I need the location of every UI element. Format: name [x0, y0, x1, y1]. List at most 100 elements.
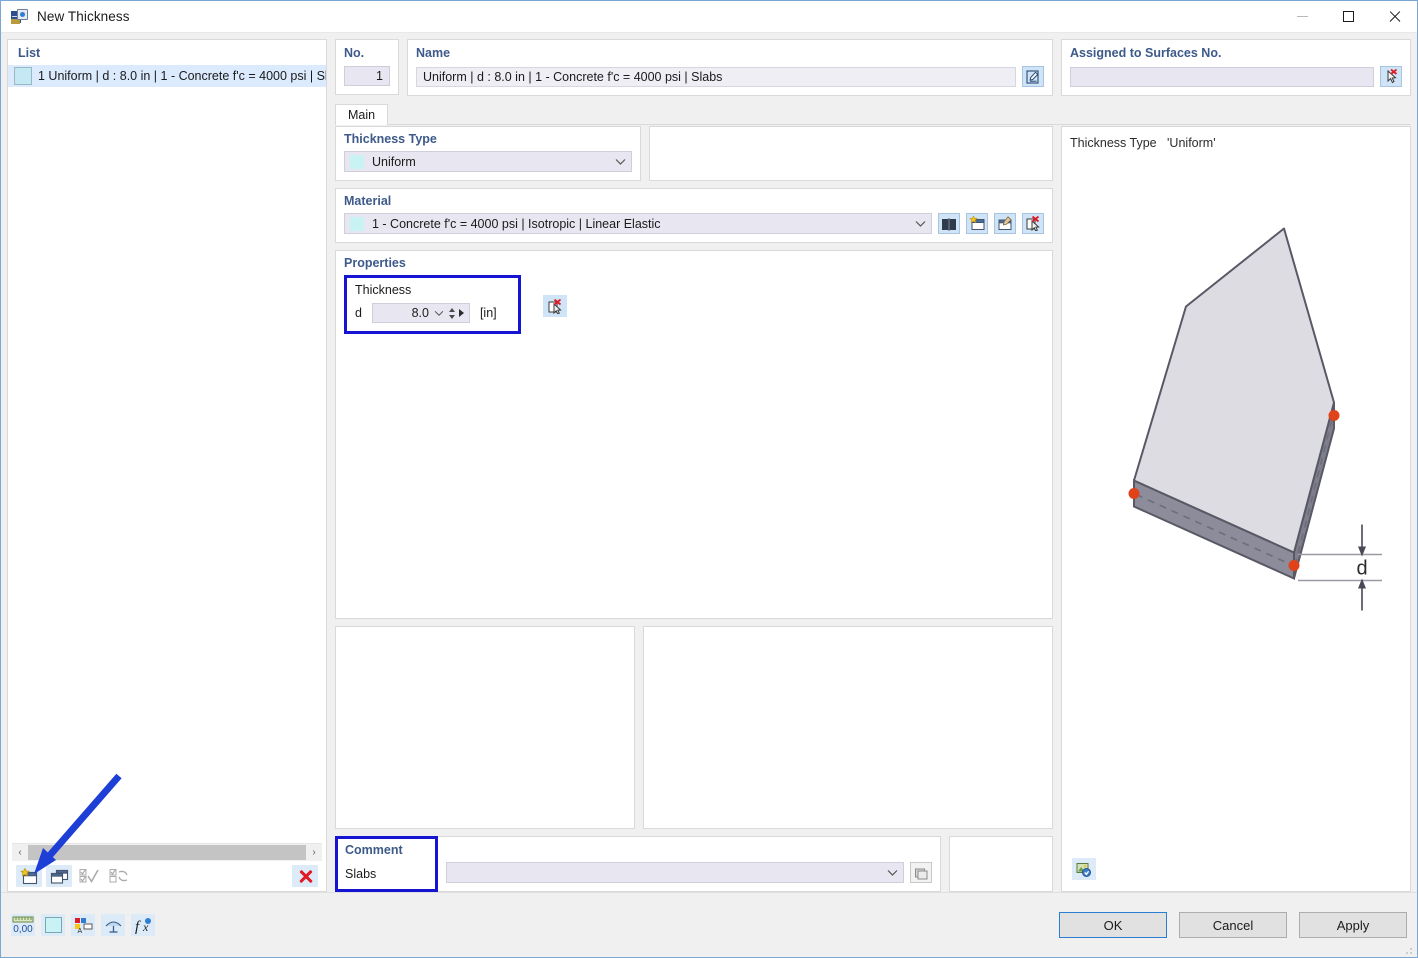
comment-side-panel [949, 836, 1053, 892]
book-icon [941, 217, 957, 231]
name-edit-button[interactable] [1022, 66, 1044, 87]
chevron-down-icon [914, 217, 927, 230]
preview-column: Thickness Type 'Uniform' [1061, 126, 1411, 892]
lower-right-panel [643, 626, 1053, 829]
stepper-up-icon[interactable] [449, 308, 455, 312]
scroll-left-icon[interactable]: ‹ [12, 845, 28, 860]
export-image-icon [1076, 862, 1092, 877]
copy-item-button[interactable] [46, 865, 72, 887]
thickness-pick-button[interactable] [543, 295, 567, 317]
list-item-color-swatch [14, 67, 32, 85]
properties-group: Properties Thickness d 8.0 [335, 250, 1053, 619]
assigned-surfaces-pick-button[interactable] [1380, 66, 1402, 87]
window-controls [1279, 1, 1417, 32]
delete-x-icon [298, 869, 313, 884]
units-icon: 0,00 [12, 916, 34, 934]
name-field-group: Name Uniform | d : 8.0 in | 1 - Concrete… [407, 39, 1053, 96]
color-swatch-button[interactable] [41, 914, 65, 936]
footer-buttons: OK Cancel Apply [1059, 912, 1407, 938]
dimension-label-d: d [1356, 558, 1367, 580]
tab-main[interactable]: Main [335, 104, 388, 125]
tab-strip-filler [388, 104, 1411, 125]
thickness-highlight-box: Thickness d 8.0 [344, 275, 521, 334]
thickness-type-color-swatch [350, 155, 364, 169]
header-fields: No. 1 Name Uniform | d : 8.0 in | 1 - Co… [335, 39, 1411, 96]
apply-button[interactable]: Apply [1299, 912, 1407, 938]
list-horizontal-scrollbar[interactable]: ‹ › [12, 843, 322, 861]
comment-combobox[interactable] [446, 862, 904, 883]
preview-title-value: 'Uniform' [1167, 136, 1216, 150]
app-thickness-icon [11, 9, 28, 25]
no-label: No. [344, 46, 390, 60]
title-bar: New Thickness [1, 1, 1417, 33]
new-star-icon [20, 868, 39, 885]
footer-icon-group: 0,00 A [11, 914, 155, 936]
thickness-row: Thickness d 8.0 [344, 275, 1044, 334]
close-button[interactable] [1371, 1, 1417, 32]
no-input[interactable]: 1 [344, 66, 390, 86]
select-all-check-icon [79, 868, 99, 884]
thickness-input[interactable]: 8.0 [372, 303, 470, 323]
ok-button[interactable]: OK [1059, 912, 1167, 938]
window-title: New Thickness [37, 9, 130, 24]
scroll-thumb[interactable] [28, 845, 306, 860]
formula-label: f [135, 919, 141, 934]
thickness-expand-icon[interactable] [459, 309, 464, 317]
thickness-group-label: Thickness [355, 283, 506, 297]
close-icon [1388, 10, 1401, 23]
no-field-group: No. 1 [335, 39, 399, 95]
units-value: 0,00 [13, 924, 33, 934]
assigned-surfaces-group: Assigned to Surfaces No. [1061, 39, 1411, 96]
material-library-button[interactable] [938, 213, 960, 234]
thickness-unit: [in] [480, 306, 497, 320]
stepper-down-icon[interactable] [449, 315, 455, 319]
svg-text:A: A [77, 928, 82, 934]
material-combobox[interactable]: 1 - Concrete f'c = 4000 psi | Isotropic … [344, 213, 932, 234]
material-delete-button[interactable] [1022, 213, 1044, 234]
comment-library-button[interactable] [910, 862, 932, 883]
scroll-right-icon[interactable]: › [306, 845, 322, 860]
material-edit-button[interactable] [994, 213, 1016, 234]
display-properties-button[interactable]: A [71, 914, 95, 936]
name-input[interactable]: Uniform | d : 8.0 in | 1 - Concrete f'c … [416, 67, 1016, 87]
delete-item-button[interactable] [292, 865, 318, 887]
thickness-type-row: Thickness Type Uniform [335, 126, 1053, 181]
chevron-down-icon [886, 866, 899, 879]
preview-export-button[interactable] [1072, 858, 1096, 880]
chevron-down-icon[interactable] [433, 307, 446, 320]
comment-highlight-box: Comment Slabs [335, 836, 438, 892]
color-swatch-icon [45, 917, 62, 933]
list-toolbar [8, 861, 326, 891]
select-all-button[interactable] [76, 865, 102, 887]
resize-grip[interactable] [1403, 945, 1413, 955]
thickness-type-combobox[interactable]: Uniform [344, 151, 632, 172]
comment-label: Comment [345, 843, 435, 857]
new-item-button[interactable] [16, 865, 42, 887]
assigned-surfaces-input[interactable] [1070, 67, 1374, 87]
properties-label: Properties [344, 256, 1044, 270]
invert-selection-button[interactable] [106, 865, 132, 887]
maximize-button[interactable] [1325, 1, 1371, 32]
list-item[interactable]: 1 Uniform | d : 8.0 in | 1 - Concrete f'… [8, 65, 326, 87]
visual-settings-button[interactable] [101, 914, 125, 936]
slab-3d-diagram: d [1062, 150, 1410, 847]
list-item-label: 1 Uniform | d : 8.0 in | 1 - Concrete f'… [38, 69, 326, 83]
thickness-type-label: Thickness Type [344, 132, 632, 146]
new-thickness-dialog: New Thickness List 1 Uniform | d : 8.0 i… [0, 0, 1418, 958]
thickness-type-group: Thickness Type Uniform [335, 126, 641, 181]
cancel-button[interactable]: Cancel [1179, 912, 1287, 938]
visual-settings-icon [104, 917, 123, 934]
material-new-button[interactable] [966, 213, 988, 234]
material-value: 1 - Concrete f'c = 4000 psi | Isotropic … [372, 217, 914, 231]
comment-row: Comment Slabs [335, 836, 1053, 892]
right-content: No. 1 Name Uniform | d : 8.0 in | 1 - Co… [335, 39, 1411, 892]
minimize-button[interactable] [1279, 1, 1325, 32]
units-button[interactable]: 0,00 [11, 914, 35, 936]
delete-cursor-icon [1026, 216, 1041, 231]
preview-footer [1062, 847, 1410, 891]
new-star-icon [969, 216, 986, 231]
formula-button[interactable]: f x [131, 914, 155, 936]
copy-windows-icon [50, 868, 69, 885]
thickness-stepper[interactable] [448, 306, 457, 321]
preview-title: Thickness Type 'Uniform' [1062, 127, 1410, 150]
